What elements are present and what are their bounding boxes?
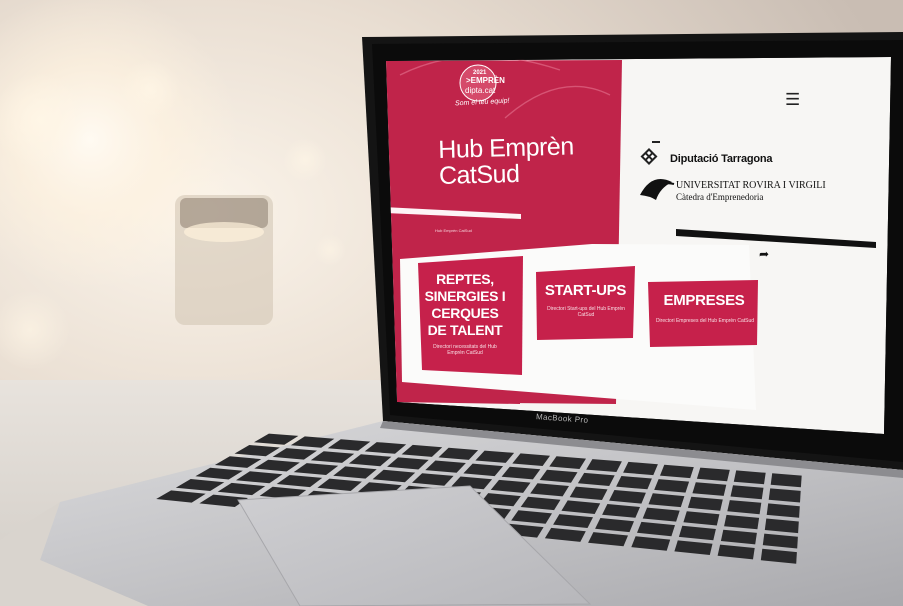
card-reptes-title[interactable]: REPTES, SINERGIES I CERQUES DE TALENT: [423, 271, 507, 339]
badge-brand: >EMPRÈN: [466, 76, 505, 85]
hub-title: Hub Emprèn CatSud: [437, 132, 575, 190]
candle-jar: [175, 195, 273, 325]
urv-chair-text: Càtedra d'Emprenedoria: [676, 192, 764, 202]
share-arrow-icon[interactable]: ➦: [759, 247, 769, 261]
hamburger-icon[interactable]: ☰: [785, 91, 800, 108]
card-startups-title[interactable]: START-UPS: [538, 282, 633, 299]
screen-website: [386, 57, 891, 434]
card-reptes-description: Directori necessitats del Hub Emprèn Cat…: [433, 344, 497, 356]
urv-logo-text[interactable]: UNIVERSITAT ROVIRA I VIRGILI: [676, 180, 826, 191]
hub-caption: Hub Emprèn CatSud: [435, 228, 472, 233]
diputacio-logo-text[interactable]: Diputació Tarragona: [670, 153, 773, 165]
card-empreses-description: Directori Empreses del Hub Emprèn CatSud: [655, 318, 755, 324]
card-startups-description: Directori Start-ups del Hub Emprèn CatSu…: [547, 306, 625, 318]
card-empreses-title[interactable]: EMPRESES: [650, 292, 758, 309]
badge-domain: dipta.cat: [465, 86, 496, 95]
